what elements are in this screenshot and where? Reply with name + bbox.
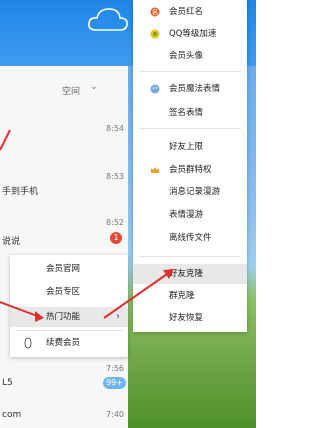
menu-divider xyxy=(139,128,241,129)
unread-badge: 1 xyxy=(110,232,122,244)
qzone-label: 空间 xyxy=(62,87,81,97)
menu-item-label: 会员官网 xyxy=(46,264,81,274)
message-time: 8:53 xyxy=(106,172,124,181)
crown-icon xyxy=(151,167,159,173)
menu-item-label: 会员魔法表情 xyxy=(169,84,221,94)
chevron-down-icon[interactable]: ⌄ xyxy=(90,82,98,92)
menu-item-label: 消息记录漫游 xyxy=(169,187,221,197)
menu-item-signature-faces[interactable]: 签名表情 xyxy=(133,103,247,123)
message-time: 7:40 xyxy=(106,410,124,419)
menu-item-label: 好友上限 xyxy=(169,142,204,152)
chevron-right-icon: › xyxy=(116,311,120,322)
magic-face-icon xyxy=(150,84,160,94)
qq-penguin-icon xyxy=(24,337,32,349)
qq-level-icon xyxy=(150,29,160,39)
red-name-icon: 名 xyxy=(150,7,160,17)
menu-item-message-roaming[interactable]: 消息记录漫游 xyxy=(133,182,247,202)
svg-text:名: 名 xyxy=(152,8,159,17)
menu-item-label: 热门功能 xyxy=(46,312,81,322)
unread-badge: 99+ xyxy=(103,377,126,389)
menu-item-qq-level[interactable]: QQ等级加速 xyxy=(133,24,247,44)
menu-divider xyxy=(16,330,122,331)
hot-features-submenu: 名 会员红名 QQ等级加速 会员头像 会员魔法表情 签名表情 好友上限 会员群特… xyxy=(133,0,247,332)
menu-item-group-clone[interactable]: 群克隆 xyxy=(133,286,247,306)
message-snippet: 说说 xyxy=(2,237,21,247)
menu-item-friend-restore[interactable]: 好友恢复 xyxy=(133,308,247,328)
menu-item-red-name[interactable]: 名 会员红名 xyxy=(133,2,247,22)
menu-item-label: QQ等级加速 xyxy=(169,29,217,39)
menu-item-label: 续费会员 xyxy=(46,338,81,348)
qzone-bar[interactable]: 空间 ⌄ xyxy=(0,78,128,100)
menu-item-group-privilege[interactable]: 会员群特权 xyxy=(133,160,247,180)
menu-item-magic-faces[interactable]: 会员魔法表情 xyxy=(133,79,247,99)
menu-item-label: 会员红名 xyxy=(169,7,204,17)
menu-item-label: 会员专区 xyxy=(46,287,81,297)
menu-item-label: 群克隆 xyxy=(169,291,195,301)
menu-item-friend-limit[interactable]: 好友上限 xyxy=(133,137,247,157)
menu-item-label: 会员群特权 xyxy=(169,165,212,175)
menu-divider xyxy=(139,71,241,72)
message-snippet: L5 xyxy=(2,378,13,388)
menu-item-label: 好友恢复 xyxy=(169,313,204,323)
menu-divider xyxy=(139,256,241,257)
vip-main-menu: 会员官网 会员专区 热门功能 › 续费会员 xyxy=(10,255,128,357)
menu-item-renew-vip[interactable]: 续费会员 xyxy=(10,333,128,353)
menu-item-vip-zone[interactable]: 会员专区 xyxy=(10,282,128,302)
message-time: 8:52 xyxy=(106,218,124,227)
menu-item-vip-site[interactable]: 会员官网 xyxy=(10,259,128,279)
cloud-icon xyxy=(88,8,128,31)
menu-item-offline-file[interactable]: 离线传文件 xyxy=(133,228,247,248)
menu-item-label: 签名表情 xyxy=(169,108,204,118)
menu-item-vip-avatar[interactable]: 会员头像 xyxy=(133,46,247,66)
message-time: 7:56 xyxy=(106,364,124,373)
message-time: 8:54 xyxy=(106,124,124,133)
menu-item-label: 会员头像 xyxy=(169,51,204,61)
menu-item-label: 离线传文件 xyxy=(169,233,212,243)
message-snippet: com xyxy=(2,410,22,420)
menu-item-friend-clone[interactable]: 好友克隆 xyxy=(133,264,247,284)
menu-item-label: 好友克隆 xyxy=(169,269,204,279)
message-snippet: 手到手机 xyxy=(2,187,39,197)
menu-item-hot-features[interactable]: 热门功能 › xyxy=(10,307,128,327)
menu-item-label: 表情漫游 xyxy=(169,210,204,220)
menu-item-emoji-roaming[interactable]: 表情漫游 xyxy=(133,205,247,225)
qq-contacts-panel: 空间 ⌄ 8:54 8:53 手到手机 8:52 说说 1 7:56 L5 99… xyxy=(0,66,128,428)
